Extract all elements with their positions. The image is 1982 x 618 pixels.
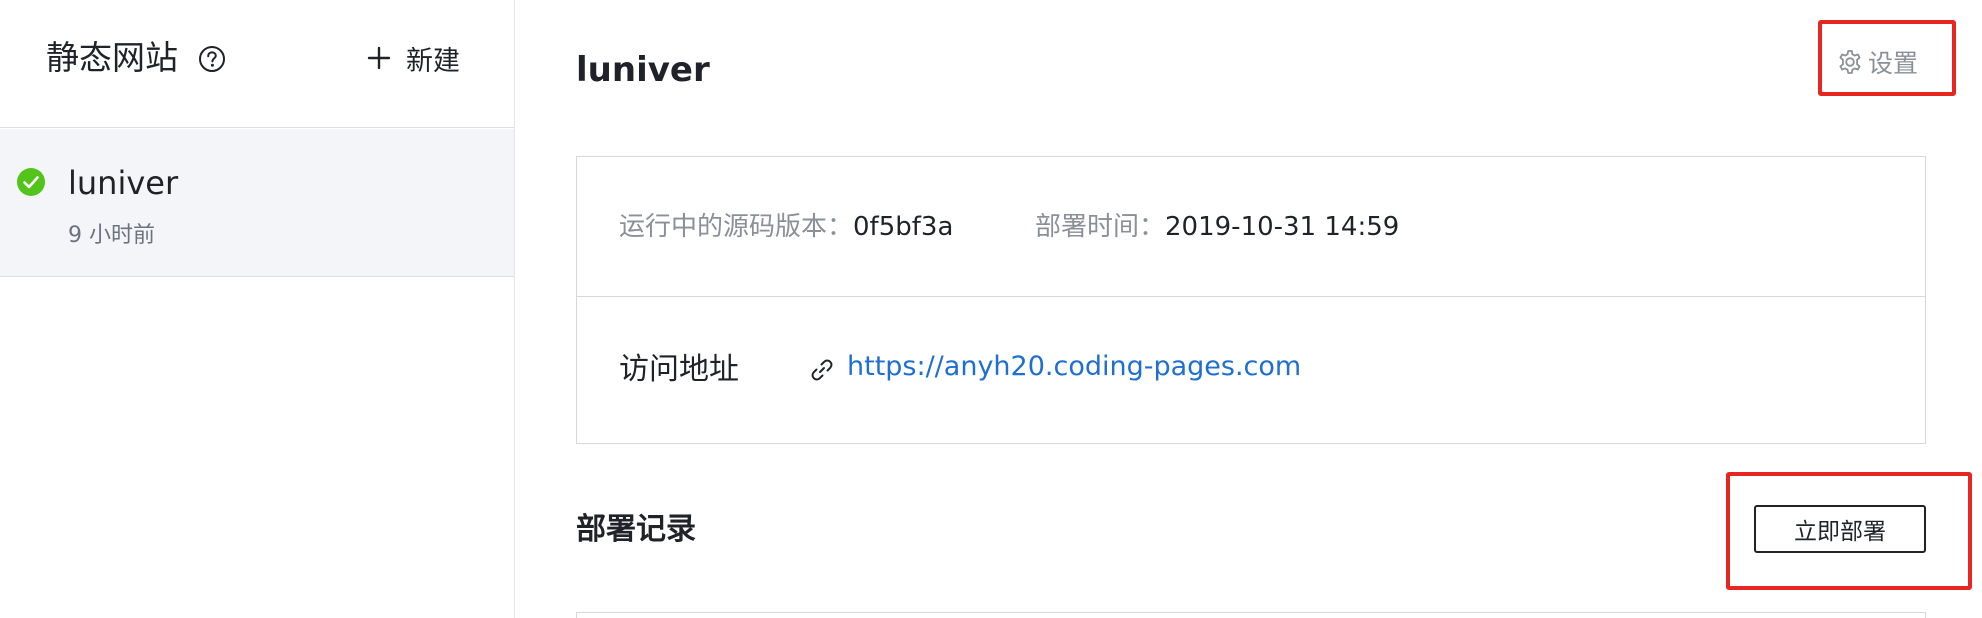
source-version-label: 运行中的源码版本： xyxy=(619,212,854,242)
visit-url-link[interactable]: https://anyh20.coding-pages.com xyxy=(847,348,1301,386)
sidebar-title: 静态网站 xyxy=(46,38,178,77)
site-info-card: 运行中的源码版本：0f5bf3a 部署时间：2019-10-31 14:59 访… xyxy=(576,156,1926,444)
sidebar: 静态网站 新建 luniver 9 小时前 xyxy=(0,0,515,618)
deploy-now-button[interactable]: 立即部署 xyxy=(1754,505,1926,553)
gear-icon xyxy=(1836,48,1864,76)
settings-label: 设置 xyxy=(1868,49,1919,78)
deploy-time-label: 部署时间： xyxy=(1035,212,1166,242)
site-list-item-luniver[interactable]: luniver 9 小时前 xyxy=(0,129,514,277)
page-title: luniver xyxy=(576,50,710,90)
source-version: 运行中的源码版本：0f5bf3a xyxy=(619,209,953,245)
plus-icon xyxy=(366,45,392,71)
deploy-time-value: 2019-10-31 14:59 xyxy=(1165,212,1400,242)
visit-address-label: 访问地址 xyxy=(619,352,739,387)
check-circle-icon xyxy=(16,167,46,197)
settings-button[interactable]: 设置 xyxy=(1836,44,1918,80)
question-circle-icon[interactable] xyxy=(198,45,226,73)
new-site-button[interactable]: 新建 xyxy=(366,36,460,80)
visit-address-row: 访问地址 https://anyh20.coding-pages.com xyxy=(577,298,1925,444)
link-icon xyxy=(809,357,835,383)
main-panel: luniver 设置 运行中的源码版本：0f5bf3a 部署时间：2019-10… xyxy=(516,0,1982,618)
site-name: luniver xyxy=(68,164,179,202)
site-updated-time: 9 小时前 xyxy=(68,223,155,248)
sidebar-header: 静态网站 新建 xyxy=(0,0,514,128)
new-site-label: 新建 xyxy=(406,45,460,77)
source-version-value: 0f5bf3a xyxy=(853,212,954,242)
deploy-records-title: 部署记录 xyxy=(576,512,696,547)
deploy-records-table xyxy=(576,612,1926,618)
app-root: 静态网站 新建 luniver 9 小时前 luniver 设置 运行中的源码版… xyxy=(0,0,1982,618)
version-row: 运行中的源码版本：0f5bf3a 部署时间：2019-10-31 14:59 xyxy=(577,157,1925,297)
deploy-time: 部署时间：2019-10-31 14:59 xyxy=(1035,209,1399,245)
